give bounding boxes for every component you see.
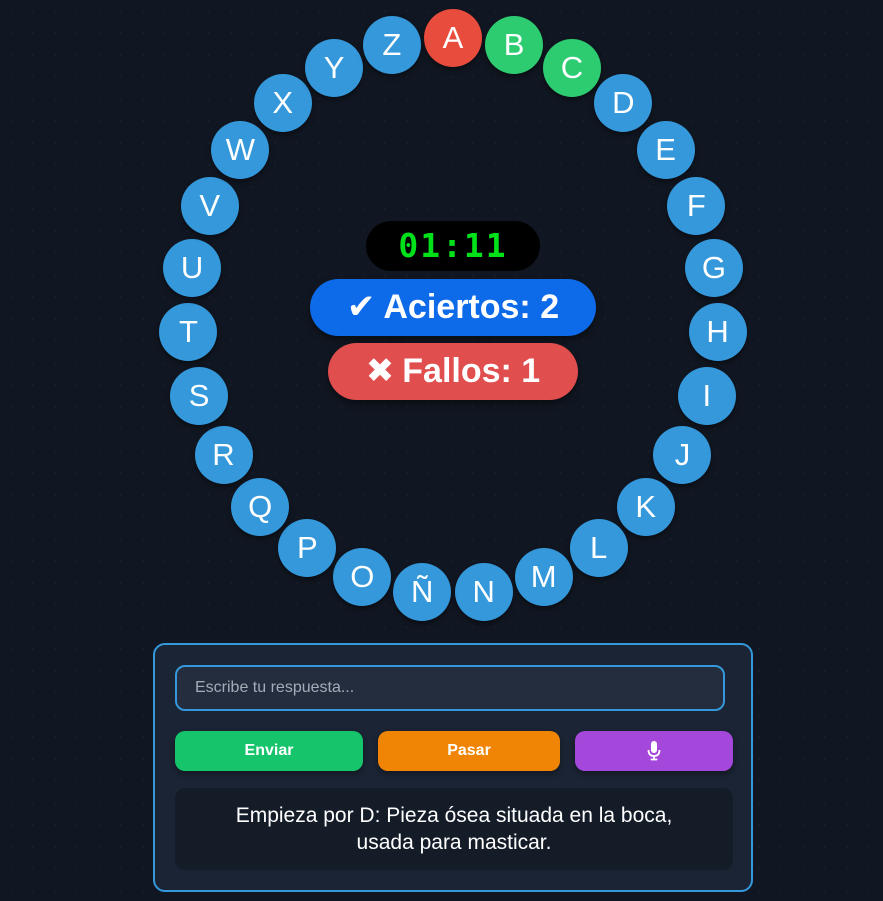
letter-j: J [653, 426, 712, 484]
letter-h: H [688, 303, 747, 362]
letter-a: A [424, 9, 482, 67]
check-icon: ✔ [346, 288, 376, 326]
correct-count-badge: ✔ Aciertos: 2 [310, 279, 596, 336]
letter-t: T [159, 303, 218, 362]
letter-w: W [211, 120, 270, 179]
cross-icon: ✖ [365, 352, 395, 390]
letter-f: F [667, 176, 726, 235]
letter-o: O [333, 548, 392, 607]
letter-x: X [253, 74, 312, 133]
letter-m: M [514, 548, 573, 607]
letter-i: I [677, 366, 736, 425]
microphone-button[interactable] [575, 731, 733, 771]
wrong-count-badge: ✖ Fallos: 1 [328, 343, 578, 400]
letter-u: U [163, 238, 222, 297]
send-button[interactable]: Enviar [175, 731, 363, 771]
clue-text: Empieza por D: Pieza ósea situada en la … [175, 788, 733, 870]
letter-e: E [636, 120, 695, 179]
letter-g: G [684, 238, 743, 297]
letter-l: L [569, 519, 628, 578]
letter-c: C [542, 38, 601, 97]
letter-d: D [594, 74, 653, 133]
letter-b: B [485, 16, 544, 75]
letter-k: K [616, 477, 675, 536]
letter-v: V [180, 176, 239, 235]
timer-display: 01:11 [366, 221, 540, 271]
correct-count-label: Aciertos: 2 [383, 288, 560, 326]
letter-r: R [194, 426, 253, 484]
letter-z: Z [362, 16, 421, 75]
pass-button[interactable]: Pasar [378, 731, 560, 771]
letter-p: P [278, 519, 337, 578]
microphone-icon [647, 741, 661, 761]
answer-input[interactable] [175, 665, 725, 711]
letter-n: N [454, 563, 513, 622]
wrong-count-label: Fallos: 1 [402, 352, 541, 390]
letter-y: Y [305, 38, 364, 97]
letter-q: Q [231, 477, 290, 536]
letter-s: S [170, 366, 229, 425]
answer-panel: Enviar Pasar Empieza por D: Pieza ósea s… [153, 643, 753, 892]
letter-ñ: Ñ [393, 563, 452, 622]
